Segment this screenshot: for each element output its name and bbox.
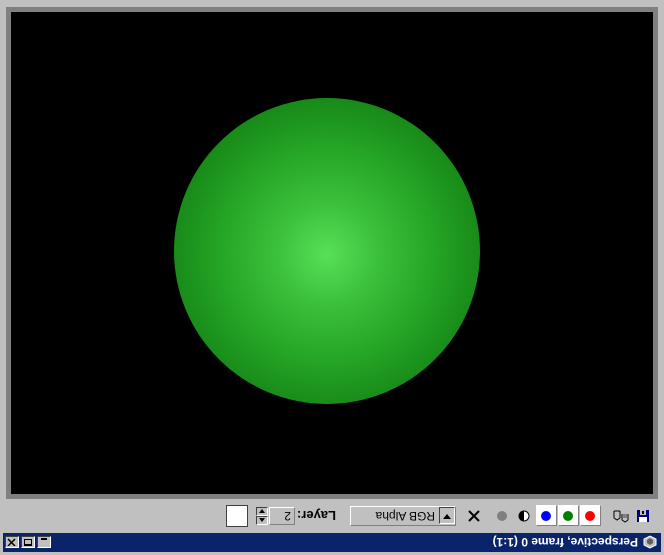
dropdown-arrow-icon[interactable] <box>439 507 455 525</box>
save-icon[interactable] <box>633 506 653 526</box>
toolbar: RGB Alpha Layer: 2 <box>3 501 661 531</box>
blue-channel-icon[interactable] <box>536 505 557 527</box>
color-swatch[interactable] <box>225 505 248 527</box>
rendered-sphere <box>174 98 480 404</box>
close-button[interactable] <box>5 536 19 549</box>
layer-label: Layer: <box>296 508 336 524</box>
rendered-frame-window: Perspective, frame 0 (1:1) RGB Alpha Lay… <box>0 0 664 555</box>
title-bar[interactable]: Perspective, frame 0 (1:1) <box>3 533 661 552</box>
green-channel-icon[interactable] <box>558 505 579 527</box>
app-icon <box>642 535 658 551</box>
clear-icon[interactable] <box>464 506 484 526</box>
alpha-dot-icon[interactable] <box>492 506 512 526</box>
clone-icon[interactable] <box>611 506 631 526</box>
minimize-button[interactable] <box>37 536 51 549</box>
red-channel-icon[interactable] <box>580 505 601 527</box>
channel-value: RGB Alpha <box>375 509 435 523</box>
render-canvas <box>11 12 653 494</box>
spinner-icon[interactable] <box>255 507 268 525</box>
channel-dropdown[interactable]: RGB Alpha <box>350 506 456 526</box>
render-viewport <box>6 7 658 499</box>
layer-input[interactable]: 2 <box>268 507 295 525</box>
window-title: Perspective, frame 0 (1:1) <box>492 535 638 550</box>
mono-icon[interactable] <box>514 506 534 526</box>
maximize-button[interactable] <box>21 536 35 549</box>
